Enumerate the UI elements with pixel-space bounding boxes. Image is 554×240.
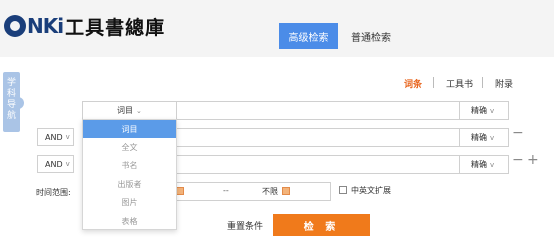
dropdown-option-table[interactable]: 表格 (83, 212, 176, 230)
chevron-down-icon: v (490, 160, 495, 169)
match-select-value: 精确 (471, 106, 487, 115)
calendar-icon[interactable] (176, 187, 184, 195)
tab-normal-search[interactable]: 普通检索 (343, 23, 399, 49)
search-input-row2[interactable] (176, 128, 460, 147)
type-tab-appendix[interactable]: 附录 (495, 77, 513, 90)
search-input-row1[interactable] (176, 101, 460, 120)
match-select-value: 精确 (471, 160, 487, 169)
match-select-value: 精确 (471, 133, 487, 142)
dropdown-option-entry[interactable]: 词目 (83, 120, 176, 139)
remove-row-icon[interactable]: − (512, 152, 524, 168)
logo-c-icon (4, 15, 26, 37)
cnki-logo[interactable]: NKi 工具書總庫 (4, 11, 165, 41)
chevron-down-icon: v (65, 160, 70, 168)
search-input-row3[interactable] (176, 155, 460, 174)
field-select-value: 词目 (117, 106, 133, 115)
date-range-field (176, 182, 331, 201)
type-tab-reference-book[interactable]: 工具书 (446, 77, 473, 90)
field-select-row1[interactable]: 词目 ⌄ (82, 101, 177, 120)
cn-en-expand-label: 中英文扩展 (351, 186, 391, 195)
logo-name: 工具書總庫 (65, 16, 166, 39)
divider (482, 77, 483, 88)
logic-select-row2[interactable]: AND v (37, 128, 74, 146)
chevron-down-icon: v (490, 133, 495, 142)
subject-nav-label: 学科导航 (7, 78, 17, 121)
match-select-row1[interactable]: 精确 v (459, 101, 509, 120)
date-separator: -- (223, 186, 229, 195)
time-range-label: 时间范围: (36, 188, 71, 197)
logic-select-row3[interactable]: AND v (37, 155, 74, 173)
dropdown-option-book-title[interactable]: 书名 (83, 157, 176, 175)
logo-brand: NKi (27, 14, 64, 38)
type-tab-entry[interactable]: 词条 (404, 77, 422, 90)
field-dropdown-menu: 词目 全文 书名 出版者 图片 表格 (82, 119, 177, 230)
match-select-row2[interactable]: 精确 v (459, 128, 509, 147)
tab-advanced-search[interactable]: 高级检索 (279, 23, 338, 49)
remove-row-icon[interactable]: − (512, 125, 524, 141)
calendar-icon[interactable] (282, 187, 290, 195)
dropdown-option-image[interactable]: 图片 (83, 194, 176, 212)
add-row-icon[interactable]: + (527, 152, 539, 168)
reset-button[interactable]: 重置条件 (227, 219, 263, 232)
logic-select-value: AND (45, 132, 63, 142)
chevron-down-icon: v (490, 106, 495, 115)
logic-select-value: AND (45, 159, 63, 169)
divider (433, 77, 434, 88)
end-date-value[interactable]: 不限 (262, 186, 278, 197)
search-button[interactable]: 检 索 (273, 214, 370, 236)
dropdown-option-publisher[interactable]: 出版者 (83, 175, 176, 193)
chevron-down-icon: ⌄ (136, 106, 142, 115)
subject-nav-arrow-icon[interactable] (16, 97, 24, 109)
cn-en-expand-checkbox[interactable] (339, 186, 347, 194)
dropdown-option-fulltext[interactable]: 全文 (83, 138, 176, 156)
match-select-row3[interactable]: 精确 v (459, 155, 509, 174)
chevron-down-icon: v (65, 133, 70, 141)
